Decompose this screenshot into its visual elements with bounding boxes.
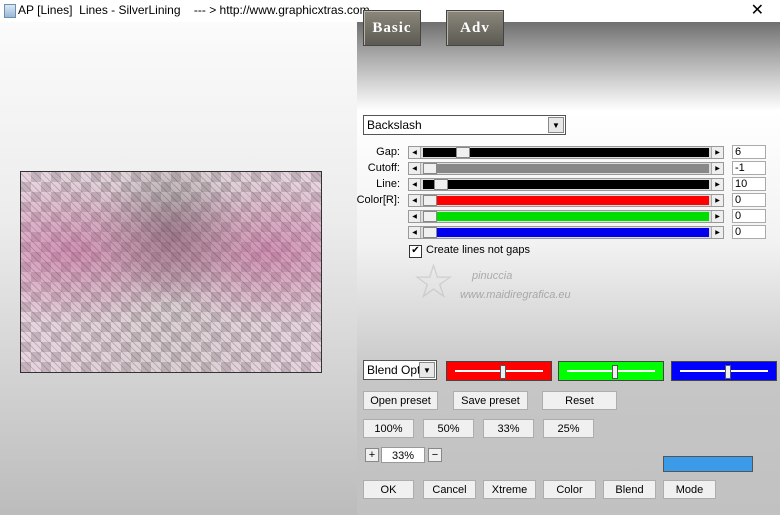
arrow-right-icon[interactable]: ▶ xyxy=(711,227,723,238)
param-label-color-r: Color[R]: xyxy=(356,194,400,206)
arrow-right-icon[interactable]: ▶ xyxy=(711,163,723,174)
watermark-name: pinuccia xyxy=(472,270,513,282)
slider-track xyxy=(423,196,709,205)
watermark-url: www.maidiregrafica.eu xyxy=(460,289,571,301)
slider-line xyxy=(455,370,543,372)
slider-thumb[interactable] xyxy=(423,163,437,174)
cutoff-value[interactable]: -1 xyxy=(732,161,766,175)
red-adjust-slider[interactable] xyxy=(446,361,552,381)
slider-color-r[interactable]: ◀ ▶ xyxy=(408,194,724,207)
tab-adv[interactable]: Adv xyxy=(446,10,504,46)
slider-color-g[interactable]: ◀ ▶ xyxy=(408,210,724,223)
cancel-button[interactable]: Cancel xyxy=(423,480,476,499)
color-swatch[interactable] xyxy=(663,456,753,472)
slider-track xyxy=(423,164,709,173)
mode-button[interactable]: Mode xyxy=(663,480,716,499)
reset-button[interactable]: Reset xyxy=(542,391,617,410)
color-b-value[interactable]: 0 xyxy=(732,225,766,239)
slider-line[interactable]: ◀ ▶ xyxy=(408,178,724,191)
ok-button[interactable]: OK xyxy=(363,480,414,499)
zoom-50-button[interactable]: 50% xyxy=(423,419,474,438)
slider-thumb[interactable] xyxy=(455,147,470,158)
arrow-right-icon[interactable]: ▶ xyxy=(711,195,723,206)
zoom-level-field[interactable]: 33% xyxy=(381,447,425,463)
arrow-left-icon[interactable]: ◀ xyxy=(409,179,421,190)
blend-options-select[interactable]: Blend Optio ▼ xyxy=(363,360,437,380)
gap-value[interactable]: 6 xyxy=(732,145,766,159)
slider-knob[interactable] xyxy=(500,365,507,379)
arrow-left-icon[interactable]: ◀ xyxy=(409,227,421,238)
slider-gap[interactable]: ◀ ▶ xyxy=(408,146,724,159)
zoom-in-button[interactable]: + xyxy=(365,448,379,462)
slider-line xyxy=(567,370,655,372)
zoom-33-button[interactable]: 33% xyxy=(483,419,534,438)
zoom-25-button[interactable]: 25% xyxy=(543,419,594,438)
zoom-out-button[interactable]: − xyxy=(428,448,442,462)
param-label-cutoff: Cutoff: xyxy=(367,162,400,174)
slider-thumb[interactable] xyxy=(423,195,437,206)
slider-thumb[interactable] xyxy=(423,227,437,238)
blend-button[interactable]: Blend xyxy=(603,480,656,499)
arrow-left-icon[interactable]: ◀ xyxy=(409,163,421,174)
preview-image xyxy=(20,171,322,373)
arrow-left-icon[interactable]: ◀ xyxy=(409,211,421,222)
slider-track xyxy=(423,180,709,189)
line-value[interactable]: 10 xyxy=(732,177,766,191)
color-button[interactable]: Color xyxy=(543,480,596,499)
chevron-down-icon[interactable]: ▼ xyxy=(548,117,564,133)
param-label-gap: Gap: xyxy=(376,146,400,158)
app-icon xyxy=(4,4,16,18)
save-preset-button[interactable]: Save preset xyxy=(453,391,528,410)
green-adjust-slider[interactable] xyxy=(558,361,664,381)
xtreme-button[interactable]: Xtreme xyxy=(483,480,536,499)
slider-cutoff[interactable]: ◀ ▶ xyxy=(408,162,724,175)
pattern-select-value: Backslash xyxy=(367,118,422,132)
pattern-select[interactable]: Backslash ▼ xyxy=(363,115,566,135)
arrow-right-icon[interactable]: ▶ xyxy=(711,179,723,190)
color-g-value[interactable]: 0 xyxy=(732,209,766,223)
preview-tint xyxy=(21,172,321,372)
window-title: AP [Lines] Lines - SilverLining --- > ht… xyxy=(18,3,370,17)
param-label-line: Line: xyxy=(376,178,400,190)
tab-basic[interactable]: Basic xyxy=(363,10,421,46)
color-r-value[interactable]: 0 xyxy=(732,193,766,207)
slider-knob[interactable] xyxy=(725,365,732,379)
blend-select-value: Blend Optio xyxy=(367,363,421,377)
zoom-100-button[interactable]: 100% xyxy=(363,419,414,438)
slider-track xyxy=(423,212,709,221)
slider-track xyxy=(423,228,709,237)
arrow-right-icon[interactable]: ▶ xyxy=(711,147,723,158)
blue-adjust-slider[interactable] xyxy=(671,361,777,381)
slider-color-b[interactable]: ◀ ▶ xyxy=(408,226,724,239)
star-icon: ☆ xyxy=(412,254,456,310)
arrow-right-icon[interactable]: ▶ xyxy=(711,211,723,222)
chevron-down-icon[interactable]: ▼ xyxy=(419,362,435,378)
arrow-left-icon[interactable]: ◀ xyxy=(409,147,421,158)
slider-thumb[interactable] xyxy=(423,211,437,222)
watermark: ☆ pinuccia www.maidiregrafica.eu xyxy=(412,254,632,310)
slider-knob[interactable] xyxy=(612,365,619,379)
slider-line xyxy=(680,370,768,372)
open-preset-button[interactable]: Open preset xyxy=(363,391,438,410)
close-icon[interactable]: ✕ xyxy=(751,0,764,20)
slider-thumb[interactable] xyxy=(433,179,448,190)
arrow-left-icon[interactable]: ◀ xyxy=(409,195,421,206)
